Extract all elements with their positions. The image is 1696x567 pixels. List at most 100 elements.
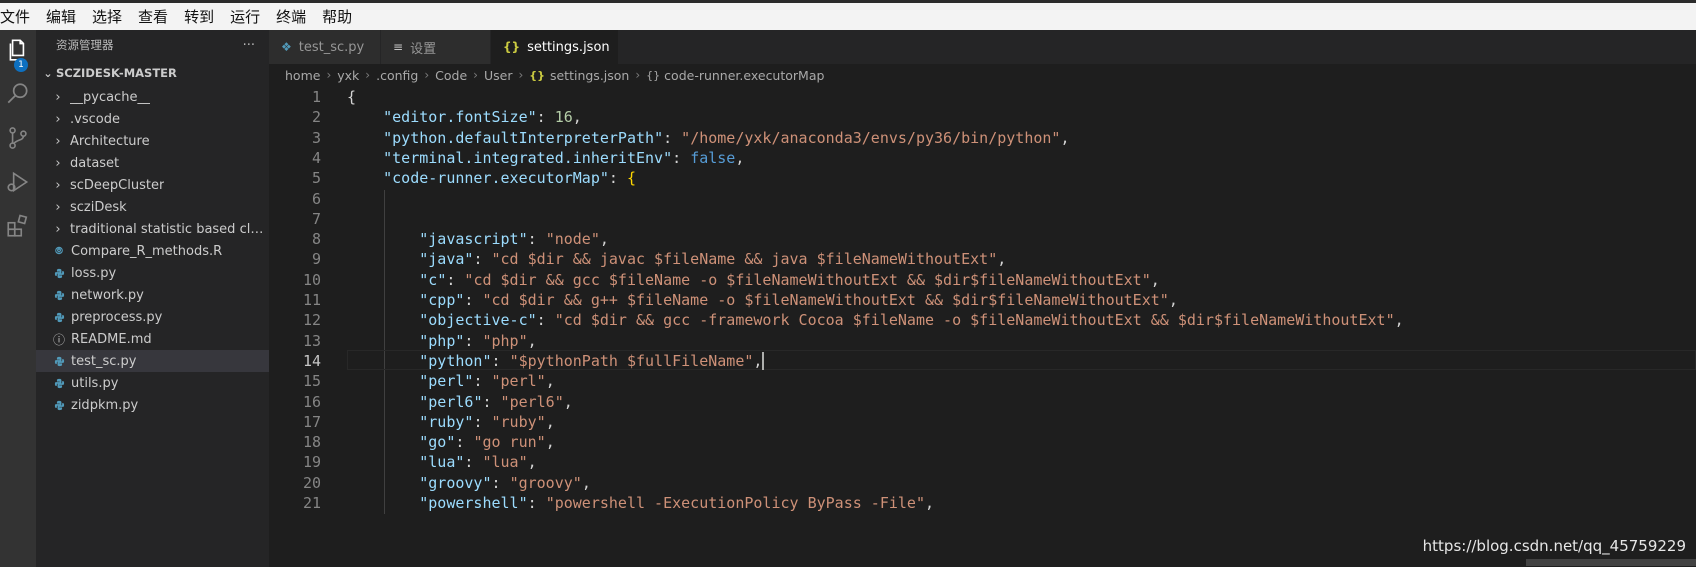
tree-file[interactable]: test_sc.py — [36, 350, 269, 372]
comma: , — [997, 250, 1007, 269]
tree-file[interactable]: utils.py — [36, 372, 269, 394]
explorer-icon[interactable]: 1 — [0, 32, 36, 72]
code-editor[interactable]: 1{2 "editor.fontSize": 16, 3 "python.defa… — [269, 86, 1696, 557]
menu-item[interactable]: 选择 — [84, 3, 130, 30]
breadcrumb-item[interactable]: User — [484, 68, 513, 83]
menu-item[interactable]: 转到 — [176, 3, 222, 30]
chevron-right-icon: › — [55, 221, 61, 237]
tree-file[interactable]: network.py — [36, 284, 269, 306]
code-line[interactable]: 5 "code-runner.executorMap": { — [269, 167, 1696, 189]
horizontal-scrollbar[interactable] — [269, 557, 1696, 567]
colon: : — [464, 453, 483, 472]
code-line[interactable]: 15 "perl": "perl", — [269, 370, 1696, 392]
json-braces-icon: {} — [529, 68, 545, 82]
line-number: 11 — [302, 291, 321, 309]
code-line[interactable]: 11 "cpp": "cd $dir && g++ $fileName -o $… — [269, 289, 1696, 311]
breadcrumb-item[interactable]: yxk — [337, 68, 359, 83]
quote: " — [419, 473, 429, 492]
python-file-icon — [52, 400, 66, 411]
scrollbar-thumb[interactable] — [1526, 559, 1696, 566]
explorer-badge: 1 — [14, 58, 28, 72]
tree-item-label: scDeepCluster — [70, 177, 165, 193]
menu-item[interactable]: 编辑 — [38, 3, 84, 30]
quote: " — [518, 494, 528, 512]
json-key: go — [428, 433, 447, 452]
code-line[interactable]: 18 "go": "go run", — [269, 431, 1696, 453]
json-key: python.defaultInterpreterPath — [392, 128, 655, 147]
menu-item[interactable]: 终端 — [268, 3, 314, 30]
menu-item[interactable]: 运行 — [222, 3, 268, 30]
tree-folder[interactable]: › dataset — [36, 152, 269, 174]
tree-file[interactable]: preprocess.py — [36, 306, 269, 328]
json-string: $pythonPath $fullFileName — [518, 351, 745, 370]
tree-folder[interactable]: › scziDesk — [36, 196, 269, 218]
info-icon: ⓘ — [52, 332, 65, 347]
workspace-folder[interactable]: ⌄ SCZIDESK-MASTER — [36, 60, 269, 86]
json-key: perl6 — [428, 392, 474, 411]
code-line[interactable]: 17 "ruby": "ruby", — [269, 411, 1696, 433]
json-key: perl — [428, 372, 465, 391]
tab-settings-json[interactable]: {} settings.json — [491, 30, 619, 64]
colon: : — [491, 351, 510, 370]
tree-folder[interactable]: › .vscode — [36, 108, 269, 130]
code-line[interactable]: 8 "javascript": "node", — [269, 228, 1696, 250]
comma: , — [924, 494, 935, 512]
tree-folder[interactable]: › Architecture — [36, 130, 269, 152]
tree-file[interactable]: loss.py — [36, 262, 269, 284]
menu-item[interactable]: 帮助 — [314, 3, 360, 30]
run-debug-icon[interactable] — [0, 164, 36, 200]
tree-item-label: zidpkm.py — [71, 397, 139, 413]
code-line[interactable]: 21 "powershell": "powershell -ExecutionP… — [269, 492, 1696, 514]
json-string: groovy — [518, 473, 573, 492]
tree-folder[interactable]: › __pycache__ — [36, 86, 269, 108]
source-control-icon[interactable] — [0, 120, 36, 156]
line-number: 13 — [302, 331, 321, 350]
quote: " — [491, 372, 501, 391]
line-number: 3 — [311, 128, 321, 147]
breadcrumb-file[interactable]: {} settings.json — [529, 68, 629, 83]
code-line[interactable]: 16 "perl6": "perl6", — [269, 391, 1696, 413]
more-actions-icon[interactable]: ··· — [243, 38, 255, 53]
breadcrumb-item[interactable]: home — [285, 68, 320, 83]
code-line[interactable]: 9 "java": "cd $dir && javac $fileName &&… — [269, 248, 1696, 270]
tree-folder[interactable]: › traditional statistic based clust... — [36, 218, 269, 240]
code-line[interactable]: 19 "lua": "lua", — [269, 451, 1696, 473]
tree-file[interactable]: ⓘ README.md — [36, 328, 269, 350]
code-line[interactable]: 1{ — [269, 86, 1696, 108]
tree-folder[interactable]: › scDeepCluster — [36, 174, 269, 196]
tree-file[interactable]: ⦾ Compare_R_methods.R — [36, 240, 269, 262]
tab-test-sc-py[interactable]: ❖ test_sc.py — [269, 30, 381, 64]
code-line[interactable]: 12 "objective-c": "cd $dir && gcc -frame… — [269, 309, 1696, 331]
quote: " — [383, 108, 393, 127]
code-line[interactable]: 14 "python": "$pythonPath $fullFileName"… — [269, 349, 1696, 372]
code-line[interactable]: 13 "php": "php", — [269, 330, 1696, 352]
line-number: 17 — [302, 412, 321, 431]
code-line[interactable]: 6 — [269, 188, 1696, 210]
code-text: "editor.fontSize": 16, — [347, 108, 582, 126]
colon: : — [473, 250, 492, 269]
colon: : — [491, 473, 510, 492]
line-number: 20 — [302, 473, 321, 492]
code-line[interactable]: 20 "groovy": "groovy", — [269, 472, 1696, 494]
code-text: { — [347, 88, 356, 106]
extensions-icon[interactable] — [0, 208, 36, 244]
line-number: 16 — [302, 392, 321, 411]
menu-item[interactable]: 文件 — [0, 3, 38, 30]
code-line[interactable]: 2 "editor.fontSize": 16, — [269, 106, 1696, 128]
code-line[interactable]: 7 — [269, 208, 1696, 230]
comma: , — [545, 372, 555, 391]
search-icon[interactable] — [0, 76, 36, 112]
breadcrumb-symbol[interactable]: {} code-runner.executorMap — [646, 68, 824, 83]
breadcrumb-item[interactable]: Code — [435, 68, 467, 83]
code-text: "lua": "lua", — [347, 453, 536, 472]
breadcrumb-item[interactable]: .config — [376, 68, 418, 83]
colon: : — [464, 331, 483, 350]
tab-settings[interactable]: ≡ 设置 — [381, 30, 491, 64]
code-line[interactable]: 3 "python.defaultInterpreterPath": "/hom… — [269, 127, 1696, 149]
breadcrumb: home › yxk › .config › Code › User › {} settings.js… — [269, 64, 1696, 86]
code-text: "ruby": "ruby", — [347, 413, 554, 431]
tree-file[interactable]: zidpkm.py — [36, 394, 269, 416]
code-line[interactable]: 10 "c": "cd $dir && gcc $fileName -o $fi… — [269, 269, 1696, 291]
menu-item[interactable]: 查看 — [130, 3, 176, 30]
code-line[interactable]: 4 "terminal.integrated.inheritEnv": fals… — [269, 147, 1696, 169]
